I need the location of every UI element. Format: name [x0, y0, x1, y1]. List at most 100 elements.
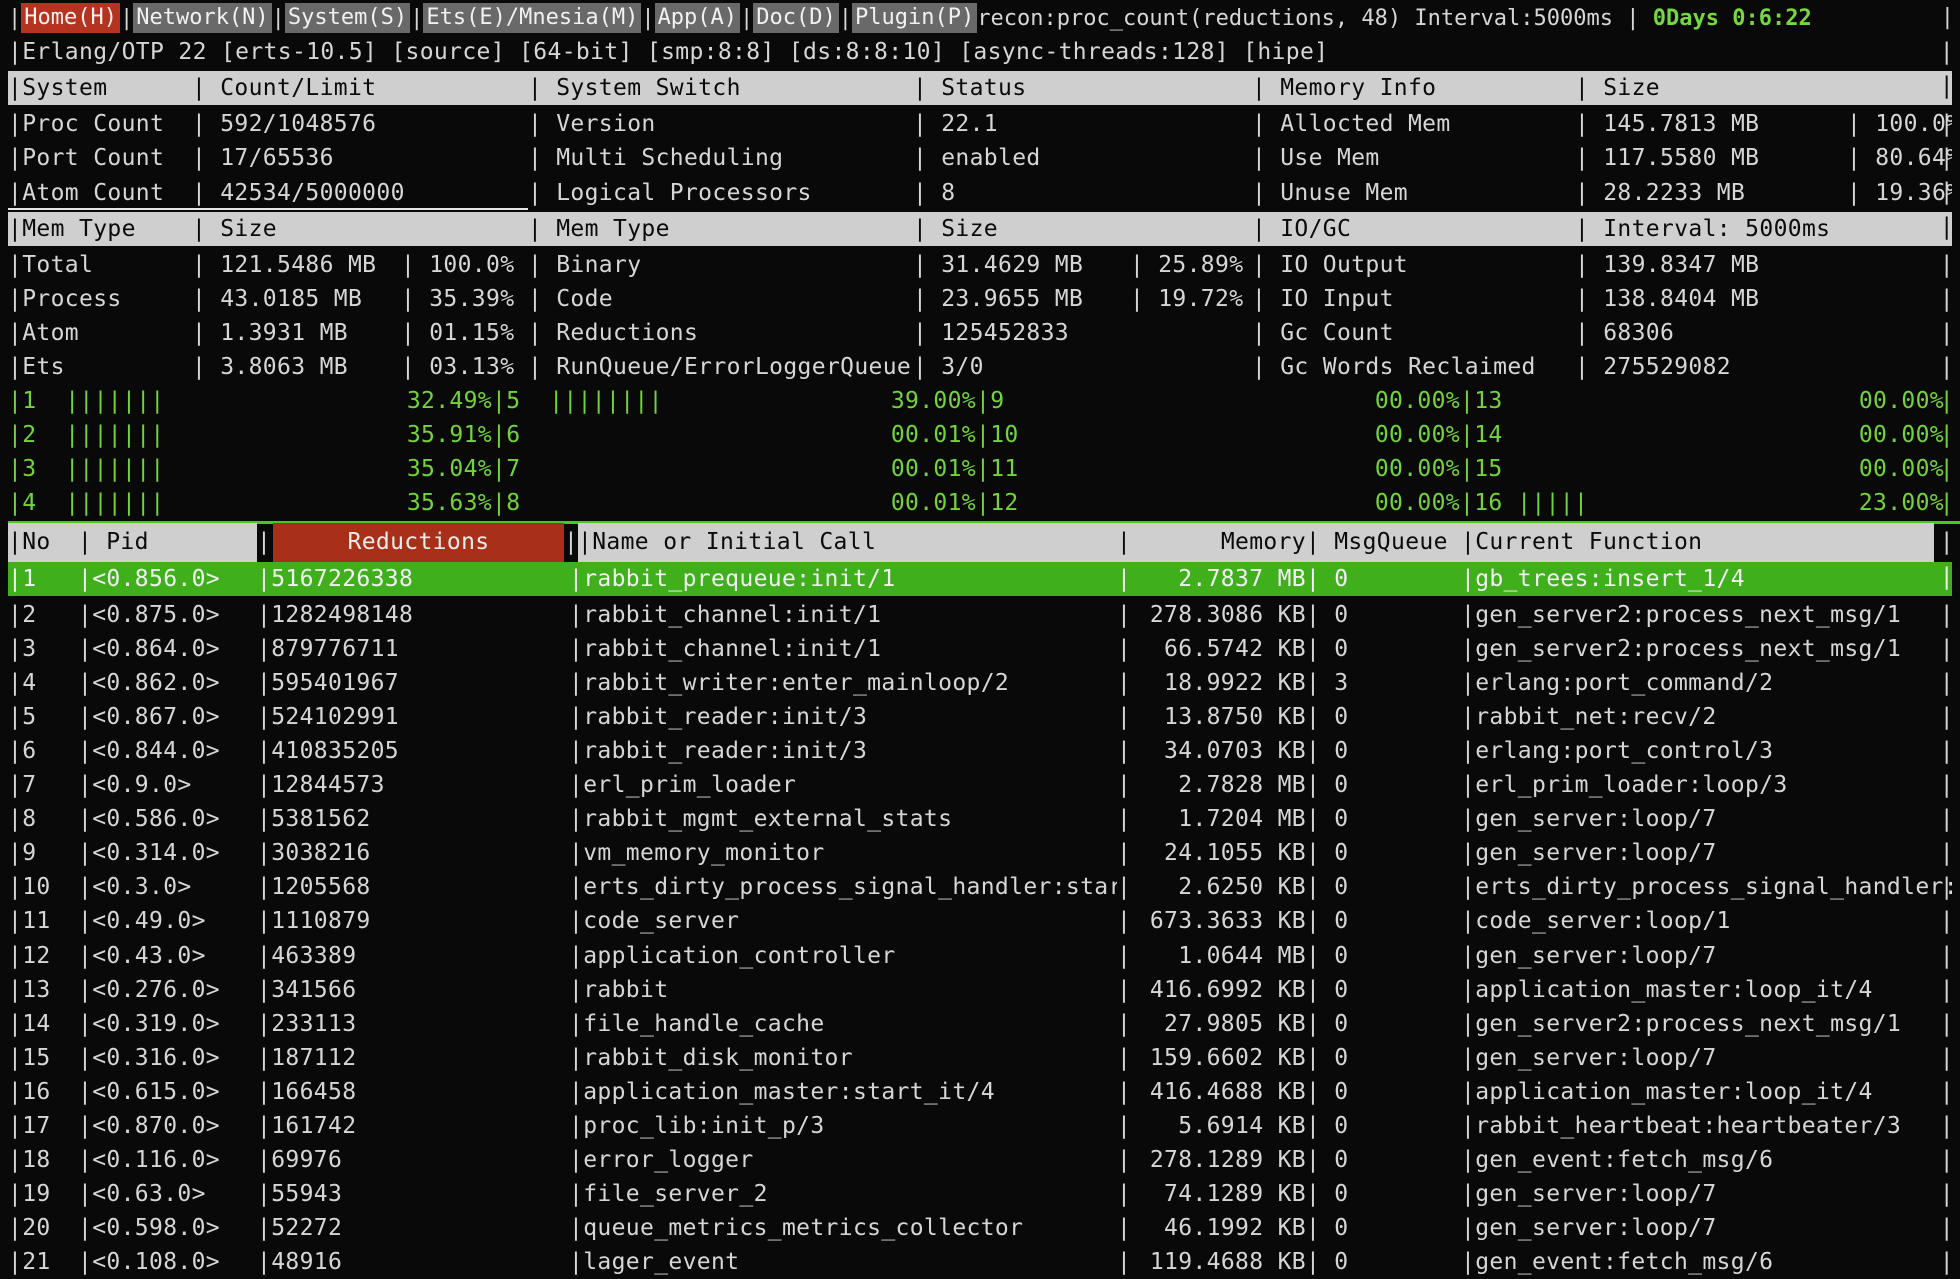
tab-ets-mnesia[interactable]: Ets(E)/Mnesia(M): [423, 3, 641, 33]
col-pid: <0.49.0>: [78, 904, 257, 938]
mem-pct: 100.0%: [401, 248, 528, 282]
sys-label: Port Count: [8, 141, 192, 175]
process-row[interactable]: 14 <0.319.0> 233113 file_handle_cache 27…: [8, 1007, 1952, 1041]
tab-doc[interactable]: Doc(D): [753, 3, 838, 33]
sys-count-limit: 592/1048576: [192, 107, 528, 141]
col-no: 3: [8, 632, 78, 666]
refresh-command: recon:proc_count(reductions, 48) Interva…: [977, 6, 1613, 31]
col-reductions: 463389: [257, 939, 569, 973]
col-current-function: gen_server:loop/7: [1461, 836, 1952, 870]
usage-bars: |||||: [1517, 490, 1588, 516]
process-row[interactable]: 4 <0.862.0> 595401967 rabbit_writer:ente…: [8, 666, 1952, 700]
sys-mem-label: Allocted Mem: [1252, 107, 1575, 141]
col-name: rabbit_channel:init/1: [569, 632, 1117, 666]
scheduler-cell: 3|||||||35.04%: [8, 452, 492, 486]
menu-separator: [8, 6, 21, 31]
col-msgqueue: 0: [1306, 1245, 1461, 1279]
col-reductions: 55943: [257, 1177, 569, 1211]
memory-table-header: Mem Type Size Mem Type Size IO/GC Interv…: [8, 210, 1952, 248]
tab-home[interactable]: Home(H): [21, 3, 120, 33]
sys-mem-pct: 19.36%: [1847, 175, 1952, 209]
tab-system[interactable]: System(S): [285, 3, 410, 33]
col-current-function: erlang:port_control/3: [1461, 734, 1952, 768]
process-row[interactable]: 20 <0.598.0> 52272 queue_metrics_metrics…: [8, 1211, 1952, 1245]
col-no: 17: [8, 1109, 78, 1143]
col-pid: <0.864.0>: [78, 632, 257, 666]
process-row[interactable]: 15 <0.316.0> 187112 rabbit_disk_monitor …: [8, 1041, 1952, 1075]
col-no: 11: [8, 904, 78, 938]
col-name: rabbit_reader:init/3: [569, 700, 1117, 734]
usage-percent: 00.00%: [1859, 456, 1944, 482]
col-name: rabbit_prequeue:init/1: [569, 562, 1117, 596]
col-memory: 13.8750 KB: [1117, 700, 1306, 734]
col-name: rabbit_disk_monitor: [569, 1041, 1117, 1075]
col-memory: 159.6602 KB: [1117, 1041, 1306, 1075]
tab-plugin[interactable]: Plugin(P): [852, 3, 977, 33]
col-pid: <0.844.0>: [78, 734, 257, 768]
col-pid: <0.63.0>: [78, 1177, 257, 1211]
process-row[interactable]: 9 <0.314.0> 3038216 vm_memory_monitor 24…: [8, 836, 1952, 870]
col-memory: 1.0644 MB: [1117, 939, 1306, 973]
scheduler-id: 4: [22, 490, 65, 516]
scheduler-row: 3|||||||35.04% 700.01% 1100.00% 1500.00%: [8, 452, 1952, 486]
mem-pct: 35.39%: [401, 282, 528, 316]
col-msgqueue: 0: [1306, 1075, 1461, 1109]
process-row[interactable]: 10 <0.3.0> 1205568 erts_dirty_process_si…: [8, 870, 1952, 904]
scheduler-cell: 4|||||||35.63%: [8, 486, 492, 520]
process-row[interactable]: 12 <0.43.0> 463389 application_controlle…: [8, 939, 1952, 973]
header-memory-info: Memory Info: [1252, 71, 1575, 105]
scheduler-id: 10: [990, 422, 1033, 448]
scheduler-cell: 1300.00%: [1460, 384, 1944, 418]
process-row[interactable]: 16 <0.615.0> 166458 application_master:s…: [8, 1075, 1952, 1109]
process-row[interactable]: 8 <0.586.0> 5381562 rabbit_mgmt_external…: [8, 802, 1952, 836]
col-name: application_master:start_it/4: [569, 1075, 1117, 1109]
process-row[interactable]: 5 <0.867.0> 524102991 rabbit_reader:init…: [8, 700, 1952, 734]
col-reductions: 1110879: [257, 904, 569, 938]
scheduler-cell: 1200.00%: [976, 486, 1460, 520]
process-row[interactable]: 6 <0.844.0> 410835205 rabbit_reader:init…: [8, 734, 1952, 768]
col-current-function: gen_server:loop/7: [1461, 802, 1952, 836]
scheduler-cell: 600.01%: [492, 418, 976, 452]
col-msgqueue: 0: [1306, 1143, 1461, 1177]
io-gc-label: IO Output: [1252, 248, 1575, 282]
col-memory: 278.1289 KB: [1117, 1143, 1306, 1177]
tab-app[interactable]: App(A): [655, 3, 740, 33]
usage-bars: |||||||: [65, 490, 164, 516]
usage-percent: 39.00%: [891, 388, 976, 414]
col-pid: <0.598.0>: [78, 1211, 257, 1245]
column-gap: [564, 523, 578, 561]
header-memory: Memory: [1117, 525, 1306, 559]
usage-percent: 00.00%: [1375, 422, 1460, 448]
scheduler-cell: 1500.00%: [1460, 452, 1944, 486]
scheduler-id: 2: [22, 422, 65, 448]
process-row[interactable]: 19 <0.63.0> 55943 file_server_2 74.1289 …: [8, 1177, 1952, 1211]
col-memory: 416.6992 KB: [1117, 973, 1306, 1007]
process-row[interactable]: 21 <0.108.0> 48916 lager_event 119.4688 …: [8, 1245, 1952, 1279]
process-row[interactable]: 13 <0.276.0> 341566 rabbit 416.6992 KB 0…: [8, 973, 1952, 1007]
col-pid: <0.116.0>: [78, 1143, 257, 1177]
sort-column-reductions[interactable]: Reductions: [273, 523, 564, 561]
col-name: lager_event: [569, 1245, 1117, 1279]
process-row[interactable]: 2 <0.875.0> 1282498148 rabbit_channel:in…: [8, 598, 1952, 632]
process-row[interactable]: 18 <0.116.0> 69976 error_logger 278.1289…: [8, 1143, 1952, 1177]
scheduler-id: 12: [990, 490, 1033, 516]
usage-percent: 35.91%: [407, 422, 492, 448]
header-io-gc: IO/GC: [1252, 212, 1575, 246]
tab-network[interactable]: Network(N): [133, 3, 271, 33]
menu-separator: [272, 6, 285, 31]
col-reductions: 166458: [257, 1075, 569, 1109]
process-row[interactable]: 7 <0.9.0> 12844573 erl_prim_loader 2.782…: [8, 768, 1952, 802]
col-no: 15: [8, 1041, 78, 1075]
col-memory: 1.7204 MB: [1117, 802, 1306, 836]
process-row[interactable]: 1 <0.856.0> 5167226338 rabbit_prequeue:i…: [8, 560, 1952, 598]
process-table-body: 1 <0.856.0> 5167226338 rabbit_prequeue:i…: [8, 560, 1960, 1279]
col-name: rabbit_mgmt_external_stats: [569, 802, 1117, 836]
col-msgqueue: 3: [1306, 666, 1461, 700]
col-current-function: erl_prim_loader:loop/3: [1461, 768, 1952, 802]
process-row[interactable]: 17 <0.870.0> 161742 proc_lib:init_p/3 5.…: [8, 1109, 1952, 1143]
col-reductions: 233113: [257, 1007, 569, 1041]
col-memory: 2.7837 MB: [1117, 562, 1306, 596]
process-row[interactable]: 3 <0.864.0> 879776711 rabbit_channel:ini…: [8, 632, 1952, 666]
mem-type: Total: [8, 248, 192, 282]
process-row[interactable]: 11 <0.49.0> 1110879 code_server 673.3633…: [8, 904, 1952, 938]
